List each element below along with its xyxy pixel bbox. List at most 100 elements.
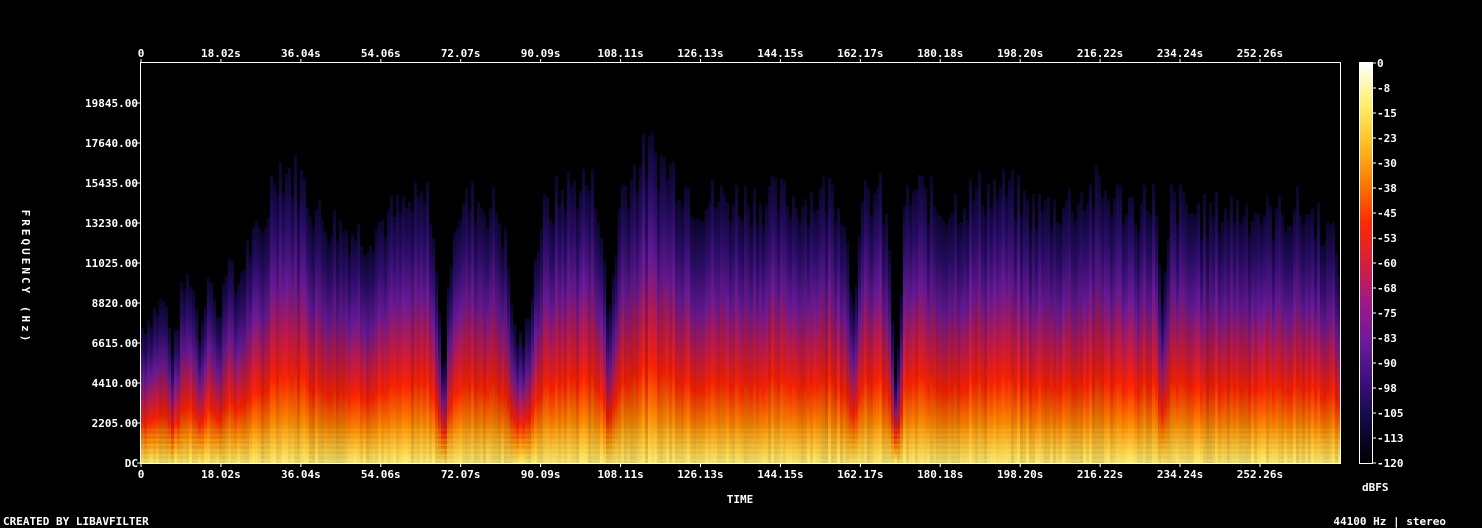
spectrogram-column xyxy=(1137,232,1140,463)
spectrogram-column xyxy=(285,173,288,463)
spectrogram-column xyxy=(942,221,945,463)
spectrogram-column xyxy=(1110,214,1113,463)
spectrogram-column xyxy=(972,200,975,463)
spectrogram-column xyxy=(465,188,468,463)
spectrogram-column xyxy=(963,208,966,463)
spectrogram-column xyxy=(381,219,384,463)
spectrogram-column xyxy=(318,200,321,463)
x-tick-label-top: 72.07s xyxy=(441,47,481,60)
spectrogram-column xyxy=(1287,225,1290,463)
spectrogram-column xyxy=(588,189,591,463)
spectrogram-column xyxy=(570,186,573,463)
spectrogram-column xyxy=(1329,224,1332,463)
spectrogram-column xyxy=(804,198,807,463)
spectrogram-column xyxy=(948,217,951,463)
spectrogram-column xyxy=(1020,214,1023,463)
spectrogram-column xyxy=(834,220,837,463)
spectrogram-column xyxy=(735,185,738,463)
spectrogram-column xyxy=(870,215,873,463)
spectrogram-column xyxy=(1143,184,1146,463)
spectrogram-column xyxy=(753,188,756,463)
spectrogram-column xyxy=(729,220,732,463)
spectrogram-column xyxy=(183,289,186,463)
spectrogram-column xyxy=(261,232,264,463)
harmonic-band xyxy=(141,444,1340,447)
spectrogram-column xyxy=(1122,223,1125,463)
spectrogram-column xyxy=(1215,191,1218,463)
spectrogram-column xyxy=(1095,165,1098,463)
colorbar-tick-label: -38 xyxy=(1377,182,1397,195)
spectrogram-column xyxy=(144,333,147,463)
x-tick-label-top: 252.26s xyxy=(1237,47,1283,60)
colorbar-tick-label: 0 xyxy=(1377,57,1384,70)
spectrogram-column xyxy=(1068,188,1071,463)
spectrogram-column xyxy=(714,207,717,463)
spectrogram-column xyxy=(906,184,909,463)
spectrogram-column xyxy=(567,171,570,463)
spectrogram-column xyxy=(969,178,972,463)
spectrogram-column xyxy=(855,286,858,463)
spectrogram-column xyxy=(498,223,501,463)
y-tick-label: 11025.00 xyxy=(85,257,138,270)
spectrogram-chart: 0 18.02s 36.04s 54.06s 72.07s 90.09s 108.11s 12… xyxy=(19,47,1404,506)
spectrogram-column xyxy=(1254,213,1257,463)
spectrogram-column xyxy=(408,201,411,463)
spectrogram-column xyxy=(756,224,759,463)
spectrogram-column xyxy=(1221,222,1224,463)
spectrogram-column xyxy=(177,329,180,463)
spectrogram-column xyxy=(1185,203,1188,463)
spectrogram-column xyxy=(1038,193,1041,463)
spectrogram-column xyxy=(579,190,582,463)
spectrogram-column xyxy=(1191,212,1194,463)
spectrogram-column xyxy=(291,196,294,463)
spectrogram-column xyxy=(696,218,699,463)
spectrogram-column xyxy=(813,211,816,463)
x-tick-label-top: 180.18s xyxy=(917,47,963,60)
spectrogram-column xyxy=(444,360,447,463)
spectrogram-column xyxy=(411,210,414,463)
spectrogram-column xyxy=(504,226,507,463)
x-tick-label-bottom: 198.20s xyxy=(997,468,1043,481)
spectrogram-column xyxy=(831,184,834,463)
spectrogram-column xyxy=(558,205,561,463)
spectrogram-column xyxy=(1311,208,1314,463)
spectrogram-column xyxy=(1293,208,1296,463)
spectrogram-column xyxy=(1035,228,1038,463)
spectrogram-column xyxy=(213,299,216,463)
spectrogram-column xyxy=(219,317,222,463)
spectrogram-column xyxy=(405,207,408,463)
spectrogram-column xyxy=(879,172,882,463)
spectrogram-column xyxy=(585,185,588,463)
spectrogram-column xyxy=(513,323,516,463)
spectrogram-column xyxy=(348,253,351,463)
spectrogram-column xyxy=(192,290,195,463)
spectrogram-column xyxy=(1041,210,1044,463)
x-tick-label-bottom: 90.09s xyxy=(521,468,561,481)
spectrogram-column xyxy=(912,191,915,463)
spectrogram-column xyxy=(615,254,618,463)
spectrogram-column xyxy=(378,221,381,463)
x-tick-label-top: 234.24s xyxy=(1157,47,1203,60)
spectrogram-column xyxy=(621,184,624,463)
spectrogram-column xyxy=(294,154,297,463)
colorbar-tick-label: -75 xyxy=(1377,307,1397,320)
spectrogram-column xyxy=(222,283,225,463)
spectrogram-column xyxy=(876,187,879,463)
spectrogram-column xyxy=(288,168,291,463)
harmonic-band xyxy=(141,433,1340,436)
spectrogram-column xyxy=(1008,180,1011,463)
spectrogram-column xyxy=(924,186,927,463)
spectrogram-column xyxy=(549,218,552,463)
spectrogram-column xyxy=(264,227,267,463)
spectrogram-column xyxy=(576,208,579,463)
x-tick-label-top: 126.13s xyxy=(677,47,723,60)
spectrogram-column xyxy=(996,198,999,463)
spectrogram-column xyxy=(1002,168,1005,463)
spectrogram-column xyxy=(564,210,567,463)
spectrogram-column xyxy=(480,207,483,463)
spectrogram-column xyxy=(1080,192,1083,463)
spectrogram-column xyxy=(681,207,684,463)
colorbar-label: dBFS xyxy=(1362,481,1389,494)
spectrogram-column xyxy=(711,179,714,463)
spectrogram-column xyxy=(231,260,234,463)
